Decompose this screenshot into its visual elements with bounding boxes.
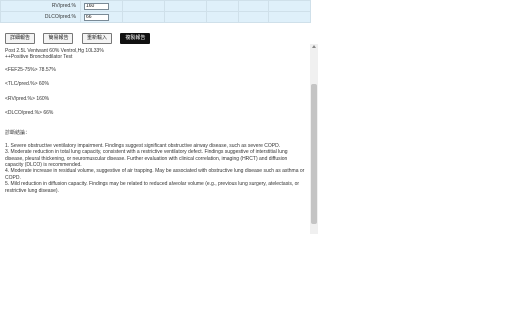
copy-report-button[interactable]: 複製報告 [120, 33, 151, 44]
measurement-table: RV/pred.% DLCO/pred.% [0, 0, 311, 23]
dlco-pred-input[interactable] [84, 13, 109, 21]
app-window: RV/pred.% DLCO/pred.% 詳細報告 簡易報告 重新輸入 複製報… [0, 0, 318, 234]
action-button-row: 詳細報告 簡易報告 重新輸入 複製報告 [5, 33, 154, 44]
report-output-area[interactable]: Post 2.5L Ventwant 60% Ventrol,Hg 10L33%… [0, 44, 318, 234]
scrollbar-thumb[interactable] [311, 84, 317, 224]
conclusion-item: 3. Moderate reduction in total lung capa… [5, 149, 288, 169]
row-label-dlco: DLCO/pred.% [0, 11, 81, 23]
simple-report-button[interactable]: 簡易報告 [43, 33, 74, 44]
conclusion-item: 4. Moderate increase in residual volume,… [5, 168, 305, 181]
scroll-up-arrow-icon[interactable] [312, 45, 316, 48]
vertical-scrollbar[interactable] [310, 44, 318, 234]
report-text: Post 2.5L Ventwant 60% Ventrol,Hg 10L33%… [5, 48, 305, 194]
re-enter-button[interactable]: 重新輸入 [81, 33, 112, 44]
detailed-report-button[interactable]: 詳細報告 [5, 33, 36, 44]
row-label-rv: RV/pred.% [0, 0, 81, 12]
table-row: DLCO/pred.% [0, 11, 311, 23]
conclusion-item: 5. Mild reduction in diffusion capacity.… [5, 181, 300, 194]
rv-pred-input[interactable] [84, 2, 109, 10]
table-row: RV/pred.% [0, 0, 311, 12]
